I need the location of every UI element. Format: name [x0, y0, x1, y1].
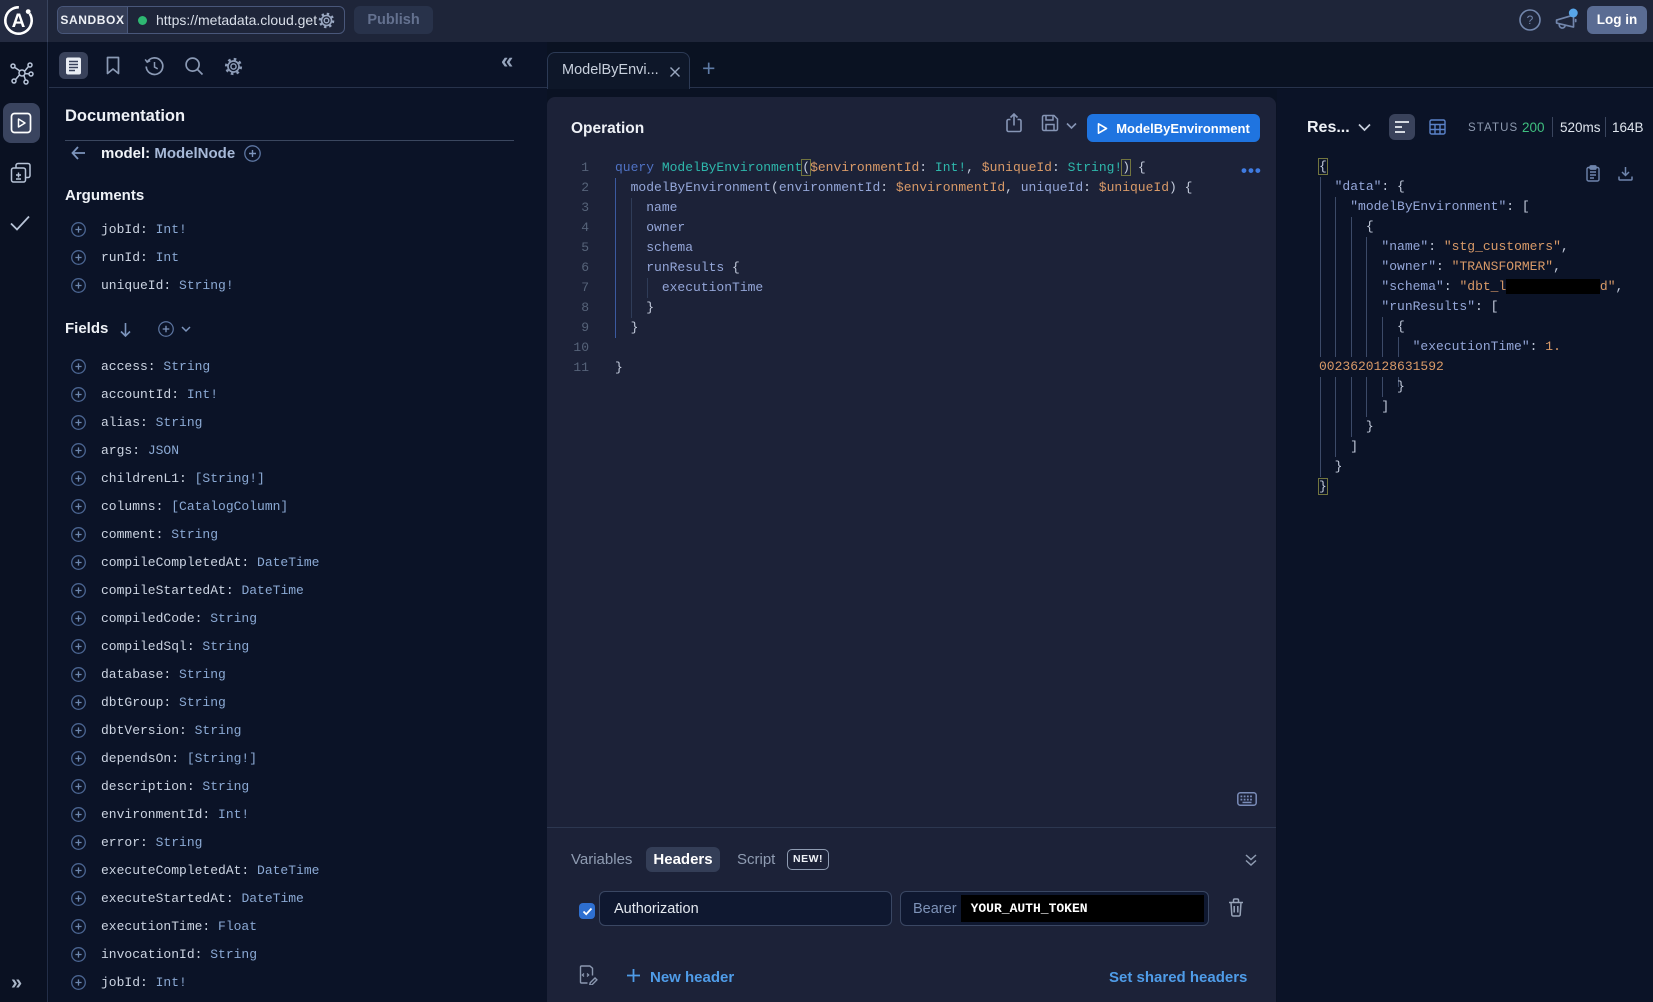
svg-text:A: A	[12, 11, 26, 32]
svg-text:?: ?	[1527, 13, 1534, 27]
